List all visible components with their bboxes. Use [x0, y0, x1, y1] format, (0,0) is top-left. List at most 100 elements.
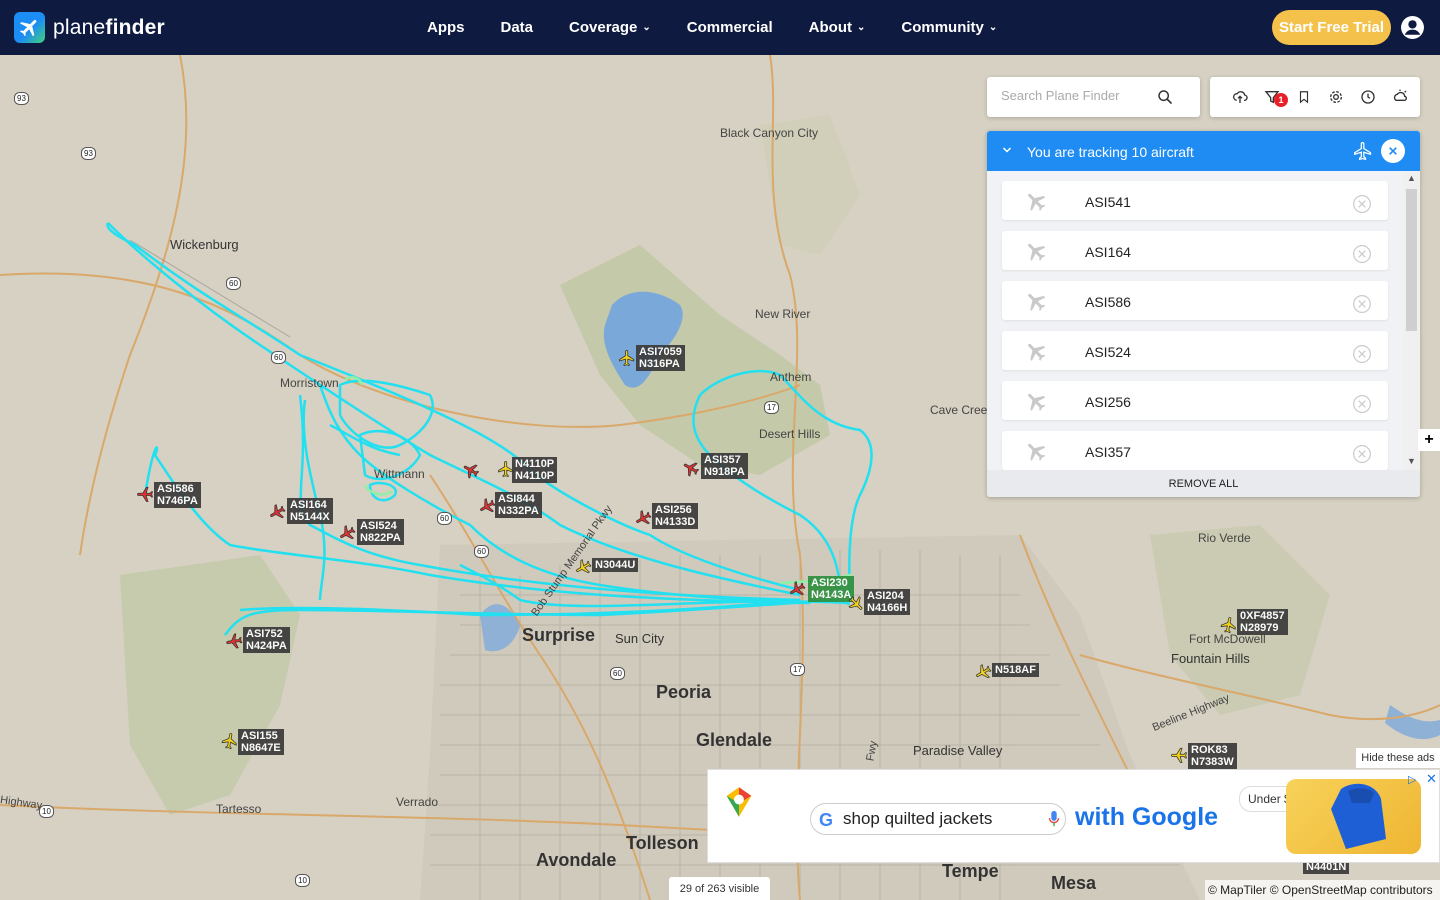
place-label: New River — [755, 307, 811, 321]
remove-circle-icon[interactable] — [1352, 294, 1372, 314]
aircraft-red-icon[interactable] — [225, 632, 243, 650]
tracked-aircraft-item[interactable]: ASI256 — [1002, 381, 1388, 420]
aircraft-red-icon[interactable] — [478, 497, 496, 515]
nav-about[interactable]: About ⌄ — [809, 19, 866, 36]
tracking-list[interactable]: ASI541 ASI164 ASI586 ASI524 ASI256 ASI35… — [987, 171, 1420, 470]
aircraft-tag[interactable]: N518AF — [992, 663, 1039, 677]
filter-count-badge: 1 — [1274, 93, 1288, 107]
aircraft-red-icon[interactable] — [462, 461, 480, 479]
highway-shield: 60 — [474, 545, 489, 558]
plane-icon — [1028, 343, 1046, 361]
tracked-aircraft-label: ASI524 — [1085, 344, 1131, 360]
search-icon[interactable] — [1157, 89, 1173, 110]
chevron-down-icon: ⌄ — [988, 22, 998, 33]
scroll-down-icon[interactable]: ▼ — [1407, 456, 1416, 466]
weather-icon[interactable] — [1384, 77, 1416, 117]
aircraft-tag[interactable]: ASI357 N918PA — [701, 453, 748, 479]
aircraft-red-icon[interactable] — [338, 524, 356, 542]
aircraft-tag[interactable]: ASI524 N822PA — [357, 519, 404, 545]
remove-circle-icon[interactable] — [1352, 444, 1372, 464]
tracking-title: You are tracking 10 aircraft — [1027, 144, 1194, 160]
remove-circle-icon[interactable] — [1352, 394, 1372, 414]
remove-circle-icon[interactable] — [1352, 344, 1372, 364]
place-label: Rio Verde — [1198, 531, 1251, 545]
tracking-panel-header: You are tracking 10 aircraft — [987, 131, 1420, 171]
scroll-thumb[interactable] — [1406, 189, 1417, 331]
aircraft-red-icon[interactable] — [788, 580, 806, 598]
nav-commercial[interactable]: Commercial — [687, 19, 773, 36]
highway-shield: 60 — [437, 512, 452, 525]
google-g-icon: G — [819, 810, 834, 830]
tracked-aircraft-item[interactable]: ASI586 — [1002, 281, 1388, 320]
highway-shield: 17 — [790, 663, 805, 676]
place-label: Tempe — [942, 861, 999, 881]
aircraft-yellow-icon[interactable] — [847, 595, 865, 613]
start-free-trial-button[interactable]: Start Free Trial — [1272, 10, 1391, 45]
remove-all-button[interactable]: REMOVE ALL — [987, 470, 1420, 497]
aircraft-red-icon[interactable] — [136, 485, 154, 503]
filter-icon[interactable]: 1 — [1256, 77, 1288, 117]
aircraft-tag[interactable]: ASI204 N4166H — [864, 589, 911, 615]
cloud-upload-icon[interactable] — [1224, 77, 1256, 117]
plane-outline-icon — [1353, 141, 1373, 164]
adchoices-icon[interactable]: ▷ — [1408, 773, 1416, 786]
hide-ads-button[interactable]: Hide these ads — [1356, 748, 1440, 768]
bookmark-icon[interactable] — [1288, 77, 1320, 117]
tracking-scrollbar[interactable]: ▲ ▼ — [1403, 171, 1420, 470]
planefinder-logo[interactable]: planefinder — [14, 12, 165, 43]
place-label: Wickenburg — [170, 237, 239, 252]
settings-icon[interactable] — [1320, 77, 1352, 117]
aircraft-tag[interactable]: 0XF4857 N28979 — [1237, 609, 1288, 635]
aircraft-tag[interactable]: ASI586 N746PA — [154, 482, 201, 508]
user-account-icon[interactable] — [1400, 15, 1425, 45]
place-label: Morristown — [280, 376, 339, 390]
nav-community[interactable]: Community ⌄ — [901, 19, 997, 36]
aircraft-yellow-icon[interactable] — [1220, 616, 1238, 634]
zoom-in-button[interactable]: + — [1418, 429, 1440, 451]
place-label: Anthem — [770, 370, 812, 384]
place-label: Mesa — [1051, 873, 1097, 893]
ad-close-icon[interactable]: ✕ — [1426, 771, 1437, 787]
aircraft-tag[interactable]: N4110P N4110P — [512, 457, 558, 483]
close-tracking-button[interactable] — [1381, 139, 1405, 163]
aircraft-yellow-icon[interactable] — [618, 349, 636, 367]
place-label: Avondale — [536, 850, 617, 870]
place-label: Peoria — [656, 682, 712, 702]
logo-wordmark: planefinder — [53, 15, 165, 39]
aircraft-tag[interactable]: N3044U — [592, 558, 639, 572]
logo-plane-icon — [14, 12, 45, 43]
aircraft-red-icon[interactable] — [634, 509, 652, 527]
aircraft-tag[interactable]: ROK83 N7383W — [1188, 743, 1237, 769]
aircraft-tag[interactable]: ASI7059 N316PA — [636, 345, 685, 371]
aircraft-tag[interactable]: ASI752 N424PA — [243, 627, 290, 653]
tracked-aircraft-item[interactable]: ASI524 — [1002, 331, 1388, 370]
advertisement[interactable]: G shop quilted jackets with Google Under… — [707, 769, 1440, 863]
scroll-up-icon[interactable]: ▲ — [1407, 173, 1416, 183]
nav-coverage[interactable]: Coverage ⌄ — [569, 19, 651, 36]
remove-circle-icon[interactable] — [1352, 194, 1372, 214]
tracked-aircraft-label: ASI256 — [1085, 394, 1131, 410]
aircraft-yellow-icon[interactable] — [1170, 746, 1188, 764]
aircraft-red-icon[interactable] — [682, 459, 700, 477]
nav-apps[interactable]: Apps — [427, 19, 465, 36]
search-input[interactable] — [1001, 88, 1161, 103]
aircraft-tag[interactable]: ASI155 N8647E — [238, 729, 284, 755]
aircraft-red-icon[interactable] — [268, 503, 286, 521]
history-icon[interactable] — [1352, 77, 1384, 117]
aircraft-yellow-icon[interactable] — [221, 732, 239, 750]
tracked-aircraft-item[interactable]: ASI164 — [1002, 231, 1388, 270]
collapse-chevron-icon[interactable] — [1001, 143, 1013, 159]
tracked-aircraft-item[interactable]: ASI541 — [1002, 181, 1388, 220]
place-label: Glendale — [696, 730, 773, 750]
aircraft-yellow-icon[interactable] — [974, 663, 992, 681]
aircraft-tag[interactable]: ASI256 N4133D — [652, 503, 699, 529]
tracked-aircraft-item[interactable]: ASI357 — [1002, 431, 1388, 470]
ad-search-query: G shop quilted jackets — [810, 803, 1066, 835]
map-attribution[interactable]: © MapTiler © OpenStreetMap contributors — [1205, 880, 1440, 900]
aircraft-tag[interactable]: ASI844 N332PA — [495, 492, 542, 518]
remove-circle-icon[interactable] — [1352, 244, 1372, 264]
aircraft-tag[interactable]: ASI164 N5144X — [287, 498, 333, 524]
place-label: Sun City — [615, 631, 665, 646]
nav-data[interactable]: Data — [501, 19, 534, 36]
aircraft-yellow-icon[interactable] — [574, 558, 592, 576]
